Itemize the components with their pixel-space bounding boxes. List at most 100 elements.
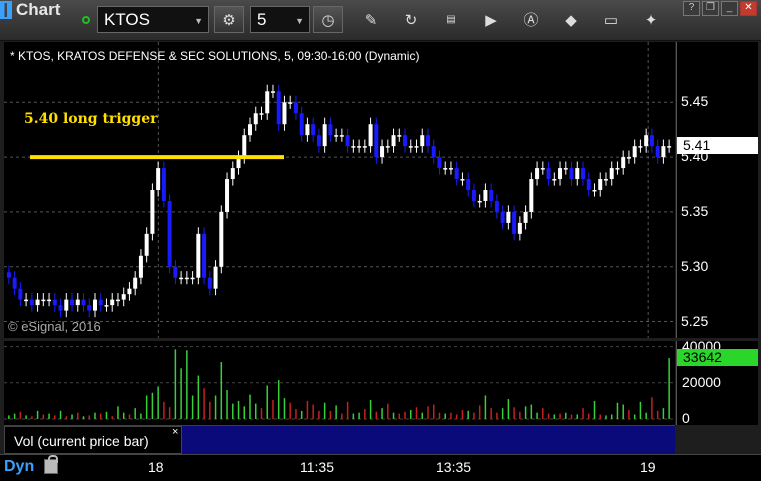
candle [603, 179, 608, 181]
window-controls: ? ❐ _ ✕ [683, 1, 757, 16]
candle [632, 146, 637, 158]
candle [460, 179, 465, 181]
candle [443, 168, 448, 170]
volume-axis[interactable]: 0 20000 40000 33642 [676, 338, 758, 426]
clock-icon[interactable]: ⚙ [214, 6, 244, 33]
chart-header: * KTOS, KRATOS DEFENSE & SEC SOLUTIONS, … [10, 49, 420, 63]
candle [213, 266, 218, 289]
volume-study-label[interactable]: Vol (current price bar) [4, 426, 182, 454]
candle [288, 102, 293, 104]
candle [598, 179, 603, 190]
candle [138, 255, 143, 278]
candle [259, 113, 264, 115]
time-axis[interactable]: Dyn 18 11:35 13:35 19 [0, 454, 761, 481]
candle [184, 277, 189, 280]
price-tick-label: 5.30 [681, 257, 709, 274]
alert-icon[interactable]: Ⓐ [516, 6, 546, 33]
volume-tick-label: 0 [682, 410, 690, 426]
candle [248, 124, 253, 136]
candle [110, 299, 115, 306]
candle [362, 146, 367, 148]
volume-pane[interactable] [4, 341, 675, 425]
candle [345, 135, 350, 147]
candle [282, 102, 287, 125]
candle [276, 91, 281, 125]
price-axis[interactable]: 5.25 5.30 5.35 5.40 5.45 5.41 [676, 42, 758, 338]
candle [87, 305, 92, 311]
candle [506, 211, 511, 223]
lock-icon[interactable] [44, 455, 58, 474]
time-tick-label: 19 [640, 459, 656, 475]
candle [316, 135, 321, 147]
restore-icon[interactable]: ❐ [702, 1, 719, 16]
play-icon[interactable]: ▶ [476, 6, 506, 33]
candle [242, 135, 247, 158]
candle [448, 168, 453, 170]
help-icon[interactable]: ? [683, 1, 700, 16]
candle [293, 102, 298, 114]
candle [529, 179, 534, 212]
study-icon[interactable]: ▤ [436, 6, 466, 33]
minimize-icon[interactable]: _ [721, 1, 738, 16]
candle [517, 222, 522, 234]
candle [477, 200, 482, 203]
candle [161, 168, 166, 201]
mode-label[interactable]: Dyn [4, 458, 34, 476]
interval-input[interactable]: 5 ▼ [250, 6, 310, 33]
candle [385, 146, 390, 148]
chart-toolbar: Chart KTOS ▼ ⚙ 5 ▼ ◷ ✎ ↻ ▤ ▶ Ⓐ ◆ ▭ ✦ ? ❐… [0, 0, 761, 41]
close-icon[interactable]: ✕ [740, 1, 757, 16]
candle [494, 200, 499, 212]
candle [431, 146, 436, 158]
candle [196, 233, 201, 278]
candle [144, 233, 149, 256]
candle [466, 179, 471, 190]
candle [225, 179, 230, 212]
candle [202, 233, 207, 278]
chevron-down-icon[interactable]: ▼ [194, 16, 203, 26]
thumbtack-icon[interactable]: ✦ [636, 6, 666, 33]
candle [81, 299, 86, 306]
cycle-icon[interactable]: ↻ [396, 6, 426, 33]
candle [535, 168, 540, 180]
candle [661, 146, 666, 158]
candle [575, 168, 580, 180]
candle [230, 168, 235, 180]
price-pane[interactable]: * KTOS, KRATOS DEFENSE & SEC SOLUTIONS, … [4, 42, 675, 338]
candle [219, 211, 224, 267]
comment-icon[interactable]: ▭ [596, 6, 626, 33]
pencil-icon[interactable]: ✎ [356, 6, 386, 33]
volume-chart [4, 346, 675, 420]
chevron-down-icon[interactable]: ▼ [295, 16, 304, 26]
volume-tick-label: 20000 [682, 373, 721, 390]
tools-icon[interactable]: ◆ [556, 6, 586, 33]
candle [621, 157, 626, 169]
candle [615, 168, 620, 170]
candle [305, 124, 310, 136]
candle [638, 146, 643, 148]
candle [156, 168, 161, 190]
symbol-input[interactable]: KTOS ▼ [97, 6, 209, 33]
candle [115, 299, 120, 302]
time-icon[interactable]: ◷ [313, 6, 343, 33]
candle [190, 277, 195, 280]
candle [471, 190, 476, 201]
candle [299, 113, 304, 136]
candle [207, 277, 212, 289]
candle [98, 299, 103, 306]
candle [24, 299, 29, 302]
link-status-icon[interactable] [82, 16, 90, 24]
candle [127, 288, 132, 295]
candle [64, 299, 69, 311]
price-tick-label: 5.25 [681, 312, 709, 329]
candle [334, 135, 339, 137]
candle [47, 299, 52, 302]
interval-value: 5 [257, 10, 267, 29]
candle [374, 124, 379, 158]
trigger-annotation[interactable]: 5.40 long trigger [24, 111, 158, 127]
candle [18, 288, 23, 300]
candle [569, 168, 574, 180]
time-tick-label: 18 [148, 459, 164, 475]
candle [489, 190, 494, 201]
close-study-icon[interactable]: × [172, 426, 178, 438]
